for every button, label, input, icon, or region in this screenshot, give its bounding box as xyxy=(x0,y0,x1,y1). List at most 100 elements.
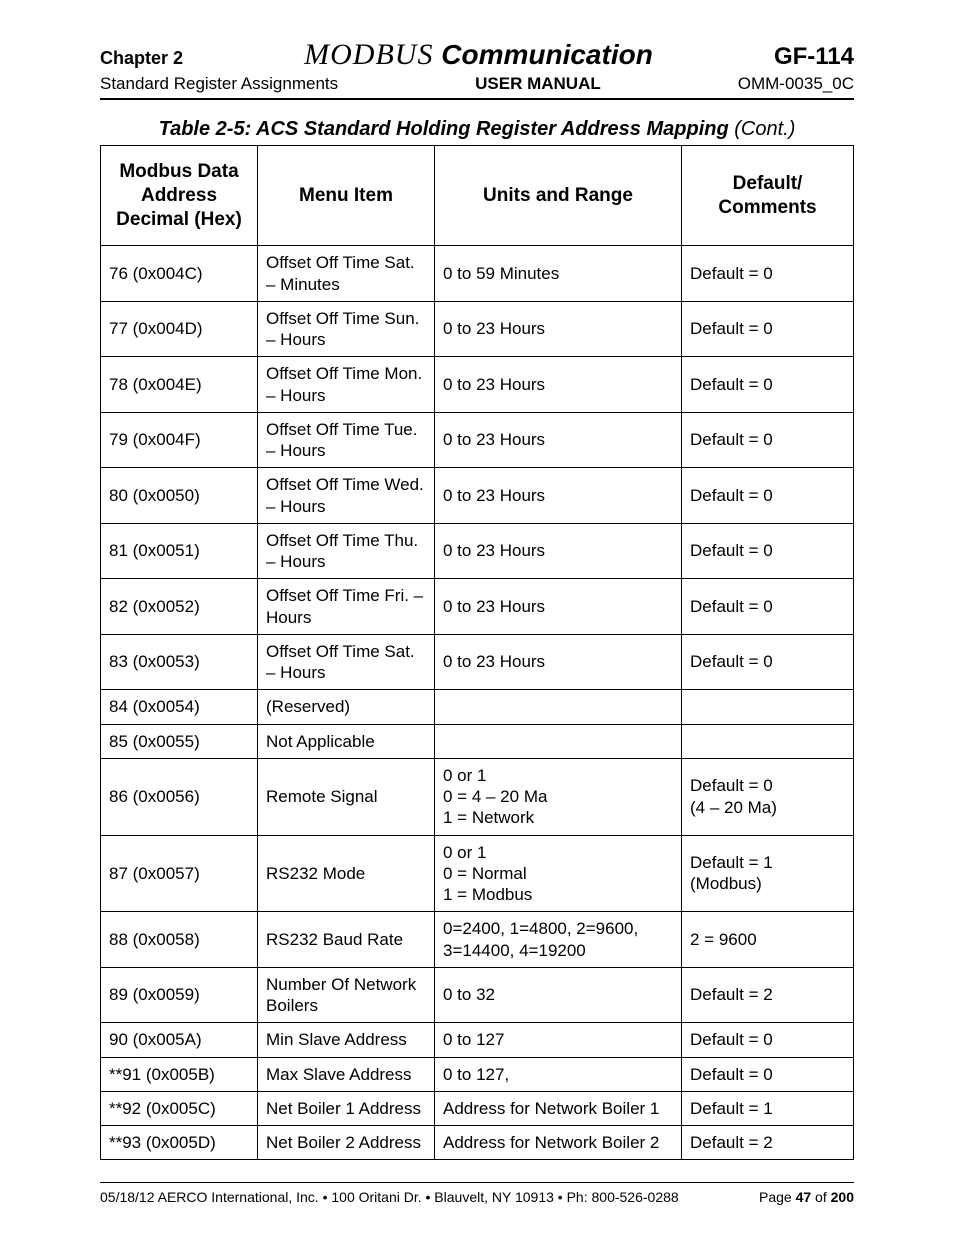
cell-default: Default = 0 xyxy=(682,634,854,690)
cell-menu-item: Offset Off Time Sat. – Minutes xyxy=(258,246,435,302)
cell-default: Default = 0 (4 – 20 Ma) xyxy=(682,758,854,835)
cell-units-range: Address for Network Boiler 2 xyxy=(435,1126,682,1160)
title-modbus: MODBUS xyxy=(304,38,433,71)
footer-left: 05/18/12 AERCO International, Inc. • 100… xyxy=(100,1189,679,1205)
cell-default: Default = 0 xyxy=(682,301,854,357)
title-communication: Communication xyxy=(433,39,652,70)
cell-address: 87 (0x0057) xyxy=(101,835,258,912)
cell-units-range: 0=2400, 1=4800, 2=9600, 3=14400, 4=19200 xyxy=(435,912,682,968)
cell-menu-item: Offset Off Time Sat. – Hours xyxy=(258,634,435,690)
cell-menu-item: Remote Signal xyxy=(258,758,435,835)
cell-menu-item: Max Slave Address xyxy=(258,1057,435,1091)
cell-menu-item: Min Slave Address xyxy=(258,1023,435,1057)
cell-menu-item: (Reserved) xyxy=(258,690,435,724)
cell-default: Default = 2 xyxy=(682,1126,854,1160)
subtitle-left: Standard Register Assignments xyxy=(100,74,338,94)
footer-page-total: 200 xyxy=(831,1189,854,1205)
col1-l1: Modbus Data xyxy=(119,161,238,182)
table-row: **91 (0x005B)Max Slave Address0 to 127,D… xyxy=(101,1057,854,1091)
cell-units-range: 0 to 23 Hours xyxy=(435,634,682,690)
cell-address: 88 (0x0058) xyxy=(101,912,258,968)
cell-default: Default = 0 xyxy=(682,523,854,579)
cell-address: 78 (0x004E) xyxy=(101,357,258,413)
cell-units-range: 0 to 23 Hours xyxy=(435,301,682,357)
cell-default: Default = 0 xyxy=(682,357,854,413)
cell-menu-item: Net Boiler 2 Address xyxy=(258,1126,435,1160)
cell-units-range: 0 to 59 Minutes xyxy=(435,246,682,302)
cell-menu-item: Not Applicable xyxy=(258,724,435,758)
table-row: 87 (0x0057)RS232 Mode0 or 1 0 = Normal 1… xyxy=(101,835,854,912)
cell-menu-item: Offset Off Time Mon. – Hours xyxy=(258,357,435,413)
cell-default: Default = 0 xyxy=(682,468,854,524)
cell-address: 83 (0x0053) xyxy=(101,634,258,690)
cell-default xyxy=(682,724,854,758)
cell-menu-item: Offset Off Time Fri. – Hours xyxy=(258,579,435,635)
footer-page: Page 47 of 200 xyxy=(759,1189,854,1205)
cell-address: 77 (0x004D) xyxy=(101,301,258,357)
col1-l3: Decimal (Hex) xyxy=(116,209,242,230)
subtitle-center: USER MANUAL xyxy=(475,74,601,94)
cell-menu-item: Offset Off Time Tue. – Hours xyxy=(258,412,435,468)
col-header-menu: Menu Item xyxy=(258,146,435,246)
doc-number: GF-114 xyxy=(774,43,854,71)
cell-units-range: 0 to 23 Hours xyxy=(435,412,682,468)
cell-address: **93 (0x005D) xyxy=(101,1126,258,1160)
cell-menu-item: Offset Off Time Thu. – Hours xyxy=(258,523,435,579)
cell-default: Default = 0 xyxy=(682,579,854,635)
cell-units-range: 0 to 127 xyxy=(435,1023,682,1057)
cell-address: **92 (0x005C) xyxy=(101,1091,258,1125)
cell-address: 90 (0x005A) xyxy=(101,1023,258,1057)
caption-main: Table 2-5: ACS Standard Holding Register… xyxy=(159,118,729,140)
cell-address: 76 (0x004C) xyxy=(101,246,258,302)
col1-l2: Address xyxy=(141,185,217,206)
cell-units-range: 0 or 1 0 = 4 – 20 Ma 1 = Network xyxy=(435,758,682,835)
table-row: 80 (0x0050)Offset Off Time Wed. – Hours0… xyxy=(101,468,854,524)
cell-menu-item: Offset Off Time Sun. – Hours xyxy=(258,301,435,357)
cell-default: Default = 1 (Modbus) xyxy=(682,835,854,912)
table-row: 90 (0x005A)Min Slave Address0 to 127Defa… xyxy=(101,1023,854,1057)
cell-address: 82 (0x0052) xyxy=(101,579,258,635)
table-row: 82 (0x0052)Offset Off Time Fri. – Hours0… xyxy=(101,579,854,635)
cell-address: 85 (0x0055) xyxy=(101,724,258,758)
chapter-label: Chapter 2 xyxy=(100,48,183,69)
cell-units-range xyxy=(435,724,682,758)
page-footer: 05/18/12 AERCO International, Inc. • 100… xyxy=(100,1182,854,1205)
cell-menu-item: Number Of Network Boilers xyxy=(258,967,435,1023)
table-row: **93 (0x005D)Net Boiler 2 AddressAddress… xyxy=(101,1126,854,1160)
cell-address: 89 (0x0059) xyxy=(101,967,258,1023)
cell-default xyxy=(682,690,854,724)
col4-l2: Comments xyxy=(718,197,816,218)
cell-address: **91 (0x005B) xyxy=(101,1057,258,1091)
col-header-default: Default/ Comments xyxy=(682,146,854,246)
col-header-units: Units and Range xyxy=(435,146,682,246)
cell-units-range: 0 or 1 0 = Normal 1 = Modbus xyxy=(435,835,682,912)
cell-default: Default = 0 xyxy=(682,246,854,302)
cell-units-range: 0 to 32 xyxy=(435,967,682,1023)
col4-l1: Default/ xyxy=(733,173,803,194)
table-row: 77 (0x004D)Offset Off Time Sun. – Hours0… xyxy=(101,301,854,357)
cell-default: Default = 0 xyxy=(682,412,854,468)
table-row: 89 (0x0059)Number Of Network Boilers0 to… xyxy=(101,967,854,1023)
table-row: 78 (0x004E)Offset Off Time Mon. – Hours0… xyxy=(101,357,854,413)
cell-units-range xyxy=(435,690,682,724)
cell-units-range: 0 to 23 Hours xyxy=(435,468,682,524)
header-row-1: Chapter 2 MODBUS Communication GF-114 xyxy=(100,38,854,72)
cell-address: 84 (0x0054) xyxy=(101,690,258,724)
cell-default: Default = 0 xyxy=(682,1023,854,1057)
doc-title: MODBUS Communication xyxy=(304,38,653,72)
cell-address: 86 (0x0056) xyxy=(101,758,258,835)
cell-address: 79 (0x004F) xyxy=(101,412,258,468)
footer-page-of: of xyxy=(811,1189,830,1205)
cell-menu-item: Offset Off Time Wed. – Hours xyxy=(258,468,435,524)
footer-page-prefix: Page xyxy=(759,1189,796,1205)
cell-default: Default = 0 xyxy=(682,1057,854,1091)
cell-units-range: Address for Network Boiler 1 xyxy=(435,1091,682,1125)
caption-cont: (Cont.) xyxy=(729,118,796,140)
footer-page-num: 47 xyxy=(796,1189,812,1205)
header-rule xyxy=(100,98,854,100)
header-row-2: Standard Register Assignments USER MANUA… xyxy=(100,74,854,94)
cell-default: Default = 1 xyxy=(682,1091,854,1125)
table-row: 81 (0x0051)Offset Off Time Thu. – Hours0… xyxy=(101,523,854,579)
register-table: Modbus Data Address Decimal (Hex) Menu I… xyxy=(100,145,854,1160)
table-row: 83 (0x0053)Offset Off Time Sat. – Hours0… xyxy=(101,634,854,690)
